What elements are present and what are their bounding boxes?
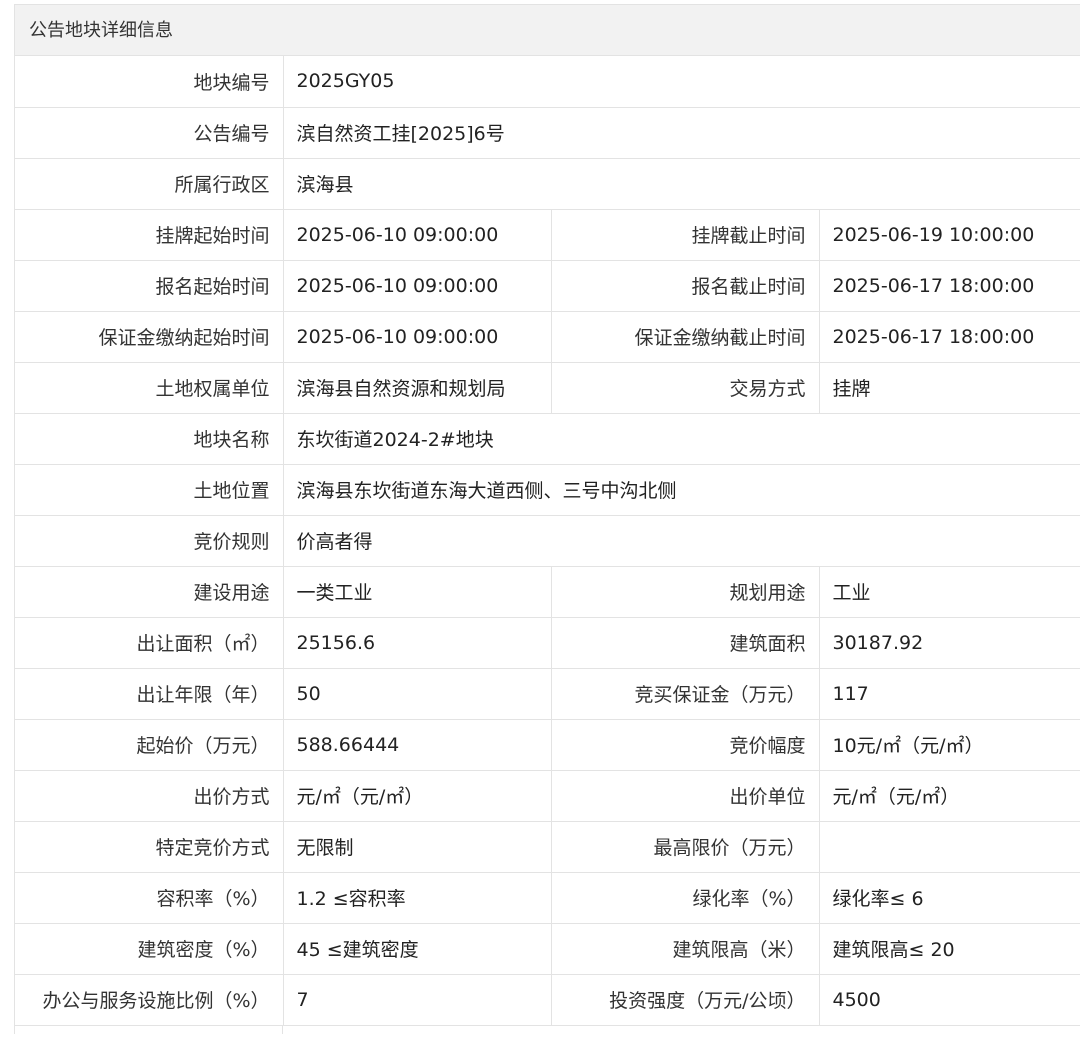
field-value: 45 ≤建筑密度: [283, 923, 552, 975]
field-value: 价高者得: [283, 515, 1080, 567]
field-value: 一类工业: [283, 566, 552, 618]
field-value: 2025-06-17 18:00:00: [819, 311, 1080, 363]
field-value: 元/㎡（元/㎡）: [283, 770, 552, 822]
detail-row: 起始价（万元） 588.66444 竞价幅度 10元/㎡（元/㎡）: [15, 719, 1080, 771]
panel-title: 公告地块详细信息: [15, 4, 1080, 56]
field-label: 绿化率（%）: [551, 872, 820, 924]
detail-row: 所属行政区 滨海县: [15, 158, 1080, 210]
field-label: 容积率（%）: [15, 872, 284, 924]
field-value: 2025-06-10 09:00:00: [283, 209, 552, 261]
field-label: 地块名称: [15, 413, 284, 465]
field-label: 所属行政区: [15, 158, 284, 210]
field-label: 出价单位: [551, 770, 820, 822]
table-continuation: [15, 1025, 283, 1034]
field-value: 滨海县东坎街道东海大道西侧、三号中沟北侧: [283, 464, 1080, 516]
field-label: 投资强度（万元/公顷）: [551, 974, 820, 1026]
field-value: 建筑限高≤ 20: [819, 923, 1080, 975]
parcel-detail-table: 地块编号 2025GY05 公告编号 滨自然资工挂[2025]6号 所属行政区 滨海县 挂牌…: [15, 56, 1080, 1026]
field-value: 无限制: [283, 821, 552, 873]
detail-row: 公告编号 滨自然资工挂[2025]6号: [15, 107, 1080, 159]
field-value: 2025-06-17 18:00:00: [819, 260, 1080, 312]
field-value: 滨海县: [283, 158, 1080, 210]
field-label: 办公与服务设施比例（%）: [15, 974, 284, 1026]
field-label: 地块编号: [15, 56, 284, 108]
field-label: 报名起始时间: [15, 260, 284, 312]
detail-row: 地块编号 2025GY05: [15, 56, 1080, 108]
field-label: 出让面积（㎡）: [15, 617, 284, 669]
detail-table-body: 地块编号 2025GY05 公告编号 滨自然资工挂[2025]6号 所属行政区 滨海县 挂牌…: [15, 56, 1080, 1026]
detail-row: 保证金缴纳起始时间 2025-06-10 09:00:00 保证金缴纳截止时间 202…: [15, 311, 1080, 363]
field-value: 2025-06-10 09:00:00: [283, 311, 552, 363]
field-label: 出让年限（年）: [15, 668, 284, 720]
field-label: 建筑密度（%）: [15, 923, 284, 975]
field-value: 滨海县自然资源和规划局: [283, 362, 552, 414]
parcel-detail-panel: 公告地块详细信息 地块编号 2025GY05 公告编号 滨自然资工挂[2025]6号所…: [14, 4, 1080, 1034]
detail-row: 建筑密度（%） 45 ≤建筑密度 建筑限高（米） 建筑限高≤ 20: [15, 923, 1080, 975]
field-value: 绿化率≤ 6: [819, 872, 1080, 924]
field-value: 7: [283, 974, 552, 1026]
detail-row: 地块名称 东坎街道2024-2#地块: [15, 413, 1080, 465]
field-value: 1.2 ≤容积率: [283, 872, 552, 924]
field-label: 报名截止时间: [551, 260, 820, 312]
detail-row: 土地位置 滨海县东坎街道东海大道西侧、三号中沟北侧: [15, 464, 1080, 516]
field-label: 规划用途: [551, 566, 820, 618]
detail-row: 竞价规则 价高者得: [15, 515, 1080, 567]
field-label: 最高限价（万元）: [551, 821, 820, 873]
field-label: 交易方式: [551, 362, 820, 414]
field-value: 50: [283, 668, 552, 720]
detail-row: 出价方式 元/㎡（元/㎡） 出价单位 元/㎡（元/㎡）: [15, 770, 1080, 822]
detail-row: 挂牌起始时间 2025-06-10 09:00:00 挂牌截止时间 2025-06-1…: [15, 209, 1080, 261]
detail-row: 建设用途 一类工业 规划用途 工业: [15, 566, 1080, 618]
field-value: 25156.6: [283, 617, 552, 669]
field-label: 土地位置: [15, 464, 284, 516]
field-label: 建设用途: [15, 566, 284, 618]
field-value: 东坎街道2024-2#地块: [283, 413, 1080, 465]
field-value: 2025-06-10 09:00:00: [283, 260, 552, 312]
field-value: 588.66444: [283, 719, 552, 771]
field-value: 元/㎡（元/㎡）: [819, 770, 1080, 822]
field-value: 30187.92: [819, 617, 1080, 669]
detail-row: 出让面积（㎡） 25156.6 建筑面积 30187.92: [15, 617, 1080, 669]
detail-row: 容积率（%） 1.2 ≤容积率 绿化率（%） 绿化率≤ 6: [15, 872, 1080, 924]
field-value: 10元/㎡（元/㎡）: [819, 719, 1080, 771]
detail-row: 办公与服务设施比例（%） 7 投资强度（万元/公顷） 4500: [15, 974, 1080, 1026]
field-label: 竞价规则: [15, 515, 284, 567]
field-value: 4500: [819, 974, 1080, 1026]
field-value: [819, 821, 1080, 873]
field-label: 建筑面积: [551, 617, 820, 669]
field-value: 挂牌: [819, 362, 1080, 414]
detail-row: 报名起始时间 2025-06-10 09:00:00 报名截止时间 2025-06-1…: [15, 260, 1080, 312]
field-label: 建筑限高（米）: [551, 923, 820, 975]
field-label: 挂牌截止时间: [551, 209, 820, 261]
field-value: 工业: [819, 566, 1080, 618]
detail-row: 特定竞价方式 无限制 最高限价（万元）: [15, 821, 1080, 873]
field-label: 保证金缴纳起始时间: [15, 311, 284, 363]
field-label: 公告编号: [15, 107, 284, 159]
field-label: 特定竞价方式: [15, 821, 284, 873]
field-label: 竞买保证金（万元）: [551, 668, 820, 720]
detail-row: 土地权属单位 滨海县自然资源和规划局 交易方式 挂牌: [15, 362, 1080, 414]
field-label: 出价方式: [15, 770, 284, 822]
field-value: 2025GY05: [283, 56, 1080, 108]
field-value: 2025-06-19 10:00:00: [819, 209, 1080, 261]
field-value: 滨自然资工挂[2025]6号: [283, 107, 1080, 159]
field-label: 挂牌起始时间: [15, 209, 284, 261]
detail-row: 出让年限（年） 50 竞买保证金（万元） 117: [15, 668, 1080, 720]
field-label: 土地权属单位: [15, 362, 284, 414]
field-label: 起始价（万元）: [15, 719, 284, 771]
field-label: 竞价幅度: [551, 719, 820, 771]
field-value: 117: [819, 668, 1080, 720]
field-label: 保证金缴纳截止时间: [551, 311, 820, 363]
